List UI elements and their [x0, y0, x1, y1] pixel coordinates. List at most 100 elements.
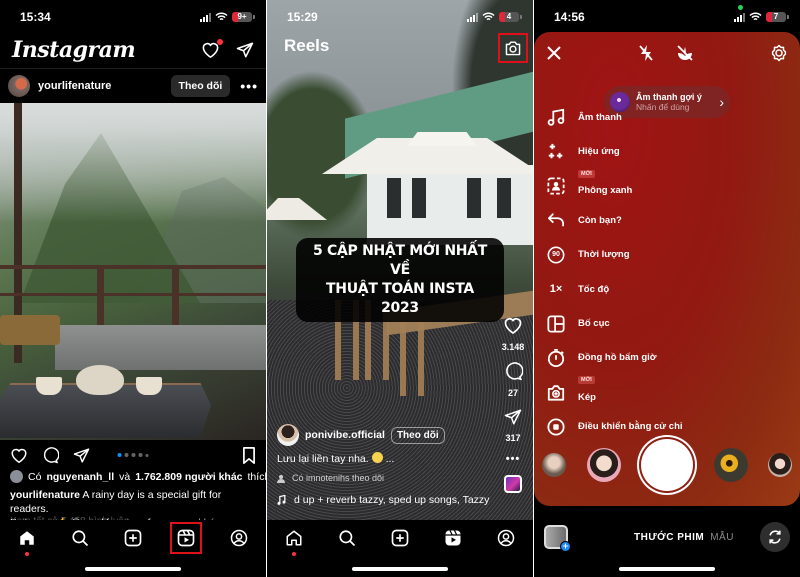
effect-thumbnail[interactable]	[768, 453, 792, 477]
status-time: 15:34	[20, 10, 51, 24]
audio-thumbnail[interactable]	[504, 475, 522, 493]
tool-effects[interactable]: Hiệu ứng	[546, 134, 683, 168]
status-time: 15:29	[287, 10, 318, 24]
reel-author: ponivibe.official Theo dõi	[277, 424, 445, 446]
flash-off-icon[interactable]	[638, 44, 654, 67]
caption-username[interactable]: yourlifenature	[10, 489, 80, 501]
overlay-line-1: 5 CẬP NHẬT MỚI NHẤT VỀ	[313, 243, 487, 278]
comment-icon[interactable]	[504, 362, 524, 386]
home-activity-dot	[24, 552, 29, 556]
music-note-icon	[546, 107, 566, 127]
follow-button[interactable]: Theo dõi	[390, 426, 445, 444]
sparkles-icon	[546, 142, 566, 162]
comment-icon[interactable]	[42, 446, 59, 464]
settings-gear-icon[interactable]	[770, 44, 788, 67]
effect-thumbnail[interactable]	[542, 453, 566, 477]
avatar[interactable]	[8, 74, 30, 97]
record-button[interactable]	[641, 439, 693, 491]
tool-label: Tốc độ	[578, 283, 610, 295]
tool-audio[interactable]: Âm thanh	[546, 100, 683, 134]
emoji-icon	[371, 452, 383, 463]
tool-add-yours[interactable]: Còn bạn?	[546, 203, 683, 237]
bottom-nav	[0, 520, 266, 556]
tool-green-screen[interactable]: MỚI Phông xanh	[546, 169, 683, 203]
nav-home[interactable]	[13, 524, 41, 556]
gallery-thumbnail[interactable]: +	[544, 525, 571, 552]
duration-value: 90	[552, 251, 560, 259]
post-username[interactable]: yourlifenature	[38, 80, 171, 92]
dual-camera-icon	[546, 382, 566, 402]
nav-reels[interactable]	[170, 522, 203, 554]
close-icon[interactable]	[546, 45, 562, 66]
reel-username[interactable]: ponivibe.official	[305, 429, 385, 441]
mutual-follower: Có imnotenihs theo dõi	[277, 473, 384, 483]
nav-home[interactable]	[280, 524, 308, 556]
share-icon[interactable]	[73, 447, 90, 464]
nav-search[interactable]	[333, 524, 361, 552]
battery-icon: 9+	[232, 12, 255, 22]
nav-reels[interactable]	[439, 524, 467, 552]
nav-profile[interactable]	[225, 524, 253, 552]
post-header: yourlifenature Theo dõi •••	[0, 68, 266, 102]
flip-camera-button[interactable]	[759, 522, 790, 552]
nav-create[interactable]	[386, 524, 414, 552]
tool-label: Điều khiển bằng cử chỉ	[578, 421, 683, 433]
nav-create[interactable]	[119, 524, 147, 552]
create-post-icon	[124, 529, 142, 547]
heart-icon[interactable]	[201, 39, 223, 59]
follow-button[interactable]: Theo dõi	[170, 74, 231, 97]
more-options-icon[interactable]: •••	[240, 78, 258, 94]
new-badge: MỚI	[578, 169, 595, 178]
tool-layout[interactable]: Bố cục	[546, 306, 683, 340]
wifi-icon	[482, 12, 495, 21]
likes-prefix: Có	[28, 470, 42, 483]
camera-tools: Âm thanh Hiệu ứng MỚI Phông xanh Còn bạn…	[546, 100, 683, 444]
tool-speed[interactable]: 1× Tốc độ	[546, 272, 683, 306]
effect-thumbnail[interactable]	[713, 448, 748, 482]
camera-viewfinder[interactable]: Âm thanh gợi ý Nhấn để dùng › Âm thanh H…	[534, 32, 800, 506]
tool-duration[interactable]: 90 Thời lượng	[546, 238, 683, 272]
status-bar: 15:34 9+	[0, 0, 266, 34]
home-activity-dot	[291, 552, 296, 556]
tool-label: Phông xanh	[578, 185, 633, 197]
reel-audio[interactable]: d up + reverb tazzy, sped up songs, Tazz…	[277, 494, 489, 506]
nav-profile[interactable]	[492, 524, 520, 552]
nav-search[interactable]	[66, 524, 94, 552]
effect-thumbnail[interactable]	[586, 448, 621, 482]
caption-more: ...	[385, 453, 395, 465]
more-options-icon[interactable]: •••	[506, 453, 521, 465]
tool-label: Âm thanh	[578, 111, 622, 123]
speed-1x-icon: 1×	[549, 283, 563, 296]
flip-camera-icon	[769, 530, 781, 544]
tool-timer[interactable]: Đồng hồ bấm giờ	[546, 341, 683, 375]
like-count: 3.148	[501, 342, 525, 352]
like-icon[interactable]	[503, 316, 523, 340]
likes-summary[interactable]: Có nguyenanh_ll và 1.762.809 người khác …	[10, 470, 266, 483]
avatar[interactable]	[277, 424, 299, 446]
mode-reels[interactable]: THƯỚC PHIM	[634, 532, 704, 543]
create-post-icon	[391, 529, 409, 547]
music-note-icon	[277, 495, 286, 505]
bookmark-icon[interactable]	[242, 446, 256, 464]
audio-title: d up + reverb tazzy, sped up songs, Tazz…	[294, 494, 490, 506]
like-icon[interactable]	[10, 447, 28, 464]
liker-username[interactable]: nguyenanh_ll	[46, 471, 114, 483]
reels-icon-filled	[445, 530, 461, 546]
post-image[interactable]	[0, 103, 266, 440]
tool-dual[interactable]: MỚI Kép	[546, 375, 683, 409]
people-icon	[277, 474, 285, 483]
chevron-right-icon: ›	[719, 94, 724, 110]
search-icon	[339, 530, 355, 547]
camera-bottom-bar: + THƯỚC PHIM MẪU	[534, 522, 800, 552]
app-header: Instagram	[0, 32, 266, 68]
reel-caption[interactable]: Lưu lại liền tay nha. ...	[277, 452, 394, 465]
reel-camera-screen: 14:56 7 Âm thanh gợi ý Nhấn để dùng › Âm…	[534, 0, 800, 577]
camera-button[interactable]	[498, 33, 528, 63]
wifi-icon	[215, 12, 228, 21]
direct-message-icon[interactable]	[236, 41, 254, 59]
likes-count[interactable]: 1.762.809 người khác	[135, 471, 242, 483]
touch-up-off-icon[interactable]	[676, 44, 694, 67]
share-icon[interactable]	[504, 408, 522, 431]
mode-templates[interactable]: MẪU	[710, 532, 734, 543]
camera-icon	[505, 41, 521, 56]
